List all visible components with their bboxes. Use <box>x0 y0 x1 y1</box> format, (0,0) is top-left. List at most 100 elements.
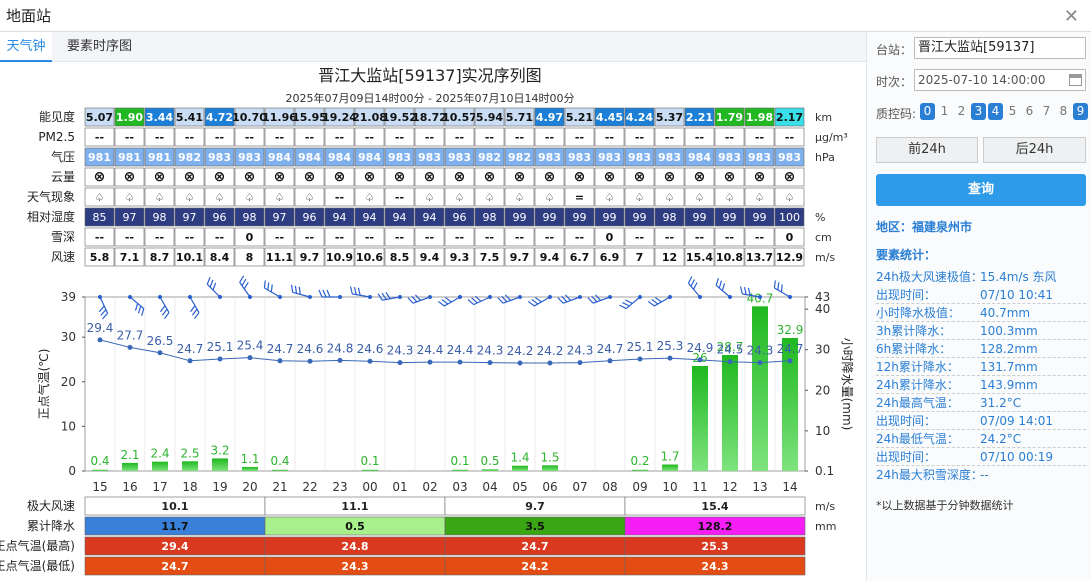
stat-row: 24h最大积雪深度： -- <box>876 466 1086 484</box>
wind-barb-icon <box>206 276 222 299</box>
table-cell-value: ⊗ <box>514 169 526 185</box>
table-cell-value: ♤ <box>455 191 465 204</box>
qc-label: 质控码: <box>876 107 917 121</box>
table-cell-value: -- <box>245 131 254 144</box>
stat-row: 24h极大风速极值： 15.4m/s 东风 <box>876 268 1086 286</box>
temperature-point <box>187 358 193 364</box>
temperature-label: 24.7 <box>177 342 204 356</box>
table-cell-value: 99 <box>513 211 527 224</box>
y-right-tick: 30 <box>815 343 830 357</box>
table-cell-value: ♤ <box>365 191 375 204</box>
x-tick: 07 <box>572 480 587 494</box>
table-cell-value: 13.7 <box>746 251 773 264</box>
temperature-label: 24.4 <box>447 343 474 357</box>
qc-code-8[interactable]: 8 <box>1056 103 1071 120</box>
wind-barb-icon <box>687 276 702 299</box>
table-cell-value: 983 <box>598 151 621 164</box>
table-cell-value: -- <box>575 131 584 144</box>
stat-row: 24h最低气温： 24.2°C <box>876 430 1086 448</box>
wind-barb-icon <box>715 277 732 299</box>
table-cell-value: 1.79 <box>716 111 743 124</box>
temperature-point <box>667 355 673 361</box>
stat-value: 100.3mm <box>980 324 1038 338</box>
table-cell-value: -- <box>125 231 134 244</box>
rain-bar <box>542 465 558 471</box>
row-unit: cm <box>815 231 832 244</box>
summary-value: 0.5 <box>345 520 365 533</box>
table-cell-value: -- <box>575 231 584 244</box>
stat-key: 24h极大风速极值： <box>876 270 983 284</box>
qc-code-1[interactable]: 1 <box>937 103 952 120</box>
y-right-label: 小时降水量(mm) <box>840 338 854 431</box>
query-button[interactable]: 查询 <box>876 174 1086 206</box>
table-cell-value: ♤ <box>305 191 315 204</box>
table-cell-value: -- <box>215 131 224 144</box>
table-cell-value: 983 <box>448 151 471 164</box>
table-cell-value: 94 <box>393 211 407 224</box>
tab-weather-clock[interactable]: 天气钟 <box>0 32 52 62</box>
summary-row-label: 极大风速 <box>27 499 75 513</box>
row-unit: μg/m³ <box>815 131 848 144</box>
x-tick: 20 <box>242 480 257 494</box>
qc-code-0[interactable]: 0 <box>920 103 935 120</box>
temperature-label: 24.3 <box>387 344 414 358</box>
table-cell-value: 98 <box>243 211 257 224</box>
temperature-label: 27.7 <box>117 328 144 342</box>
table-cell-value: -- <box>395 191 404 204</box>
close-icon[interactable]: ✕ <box>1064 6 1079 27</box>
qc-code-3[interactable]: 3 <box>971 103 986 120</box>
table-cell-value: 12 <box>662 251 677 264</box>
station-input[interactable]: 晋江大监站[59137] <box>914 37 1086 59</box>
rain-label: 0.1 <box>360 454 379 468</box>
time-input[interactable]: 2025-07-10 14:00:00 <box>914 69 1086 91</box>
calendar-icon[interactable] <box>1069 74 1082 86</box>
x-tick: 01 <box>392 480 407 494</box>
table-cell-value: -- <box>695 231 704 244</box>
temperature-point <box>127 344 133 350</box>
row-label: PM2.5 <box>38 130 75 144</box>
x-tick: 12 <box>722 480 737 494</box>
row-unit: % <box>815 211 825 224</box>
table-cell-value: 99 <box>603 211 617 224</box>
table-cell-value: -- <box>485 231 494 244</box>
stat-row: 3h累计降水： 100.3mm <box>876 322 1086 340</box>
temperature-label: 24.7 <box>597 342 624 356</box>
qc-code-7[interactable]: 7 <box>1039 103 1054 120</box>
chart-subtitle: 2025年07月09日14时00分 - 2025年07月10日14时00分 <box>286 91 575 105</box>
qc-code-9[interactable]: 9 <box>1073 103 1088 120</box>
rain-bar <box>362 469 378 471</box>
summary-value: 128.2 <box>698 520 733 533</box>
table-cell-value: 984 <box>358 151 381 164</box>
prev-24h-button[interactable]: 前24h <box>876 137 978 163</box>
qc-code-5[interactable]: 5 <box>1005 103 1020 120</box>
table-cell-value: -- <box>635 231 644 244</box>
table-cell-value: ⊗ <box>214 169 226 185</box>
table-cell-value: = <box>575 191 584 204</box>
temperature-point <box>307 358 313 364</box>
table-cell-value: ♤ <box>125 191 135 204</box>
next-24h-button[interactable]: 后24h <box>983 137 1086 163</box>
x-tick: 05 <box>512 480 527 494</box>
x-tick: 17 <box>152 480 167 494</box>
table-cell-value: 2.21 <box>686 111 713 124</box>
table-cell-value: -- <box>635 131 644 144</box>
table-cell-value: ⊗ <box>664 169 676 185</box>
table-cell-value: 8.4 <box>210 251 230 264</box>
stats-note: *以上数据基于分钟数据统计 <box>876 499 1014 512</box>
tab-element-series[interactable]: 要素时序图 <box>67 32 147 62</box>
qc-code-4[interactable]: 4 <box>988 103 1003 120</box>
table-cell-value: 983 <box>658 151 681 164</box>
qc-code-2[interactable]: 2 <box>954 103 969 120</box>
stat-key: 小时降水极值： <box>876 306 961 320</box>
table-cell-value: 10.1 <box>176 251 203 264</box>
time-label: 时次： <box>876 75 913 89</box>
temperature-point <box>97 337 103 343</box>
table-cell-value: 983 <box>238 151 261 164</box>
rain-label: 0.5 <box>480 454 499 468</box>
table-cell-value: -- <box>275 131 284 144</box>
table-cell-value: -- <box>395 231 404 244</box>
x-tick: 18 <box>182 480 197 494</box>
qc-code-6[interactable]: 6 <box>1022 103 1037 120</box>
table-cell-value: 99 <box>573 211 587 224</box>
table-cell-value: 1.90 <box>116 111 143 124</box>
